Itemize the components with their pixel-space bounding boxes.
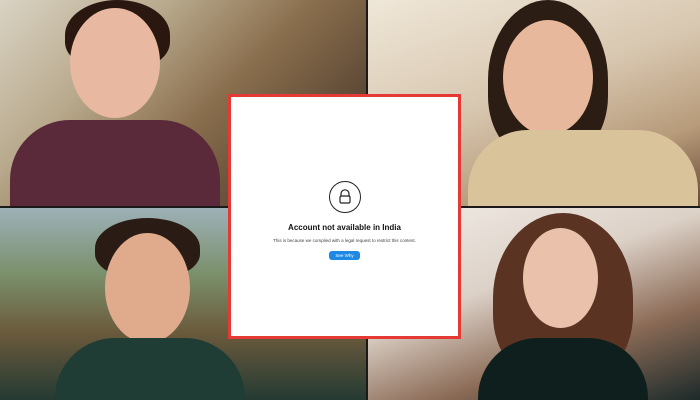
see-why-button[interactable]: See Why bbox=[329, 251, 360, 260]
photo-collage: Account not available in India This is b… bbox=[0, 0, 700, 400]
restricted-account-notice: Account not available in India This is b… bbox=[228, 94, 461, 339]
lock-icon bbox=[328, 181, 361, 213]
notice-message: This is because we complied with a legal… bbox=[273, 238, 416, 243]
notice-title: Account not available in India bbox=[288, 223, 401, 232]
